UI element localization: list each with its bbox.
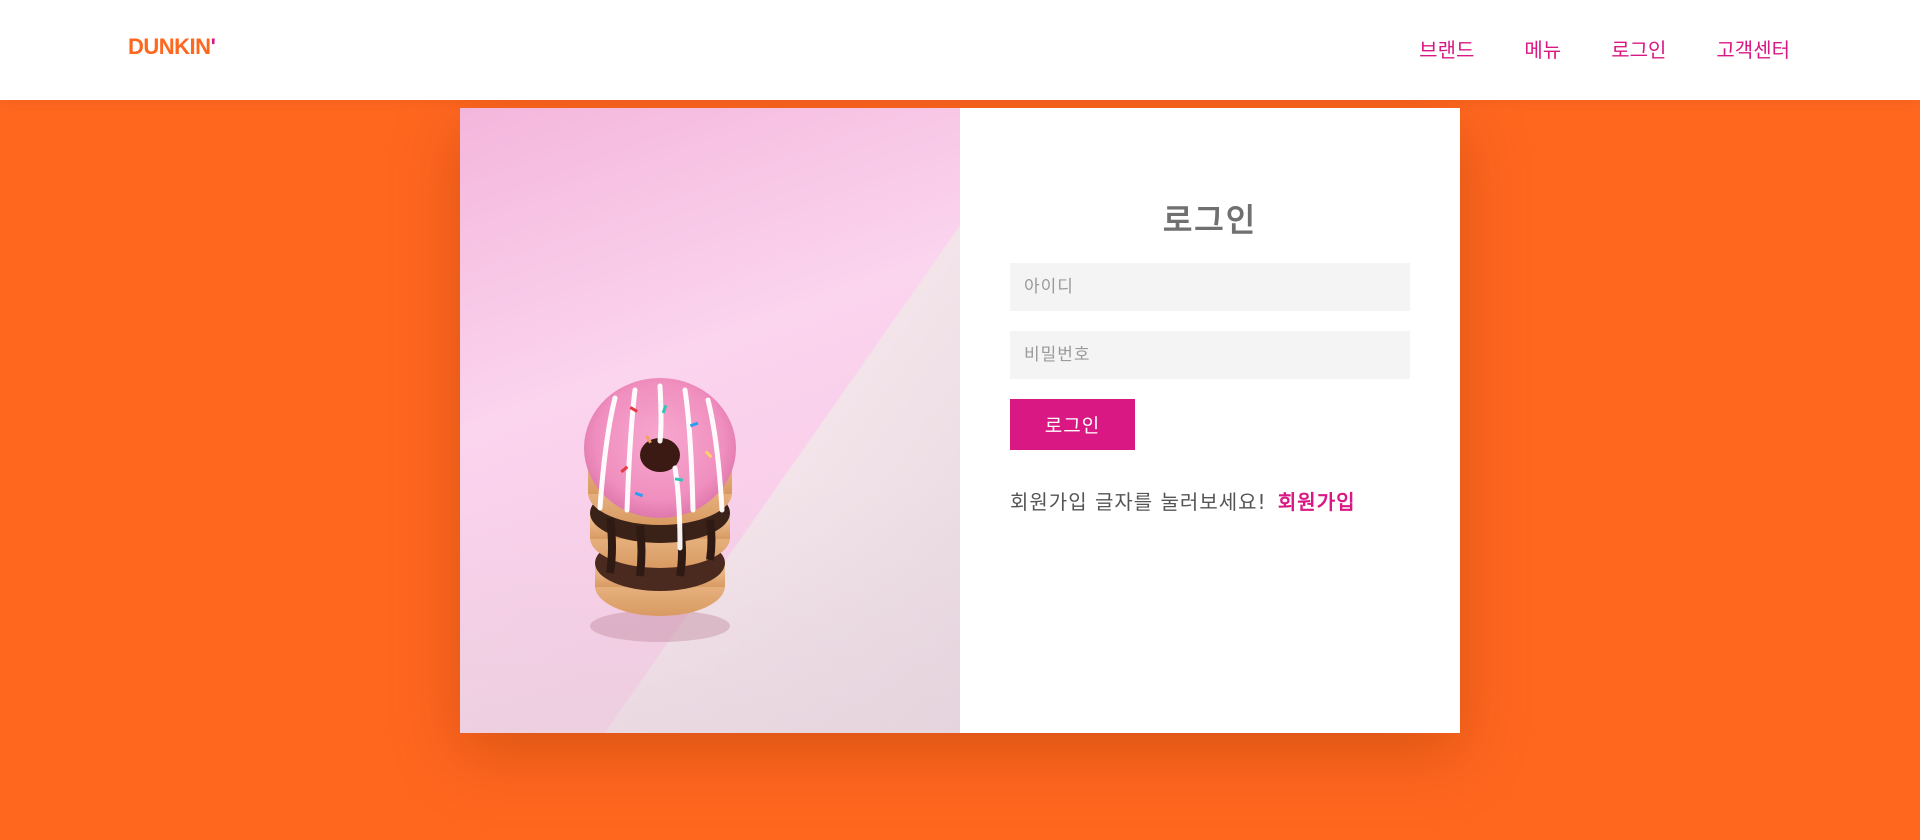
nav-item-brand[interactable]: 브랜드 — [1419, 36, 1474, 64]
nav-item-customer-center[interactable]: 고객센터 — [1716, 36, 1790, 64]
logo-apostrophe: ' — [210, 34, 216, 59]
nav-item-login[interactable]: 로그인 — [1611, 36, 1666, 64]
login-panel: 로그인 로그인 회원가입 글자를 눌러보세요! 회원가입 — [960, 108, 1460, 733]
login-card: 로그인 로그인 회원가입 글자를 눌러보세요! 회원가입 — [460, 108, 1460, 733]
password-input[interactable] — [1010, 331, 1410, 379]
nav-item-menu[interactable]: 메뉴 — [1524, 36, 1561, 64]
donut-stack-image — [584, 378, 736, 642]
dunkin-logo[interactable]: DUNKIN' — [128, 34, 216, 60]
login-button[interactable]: 로그인 — [1010, 399, 1135, 450]
site-header: DUNKIN' 브랜드 메뉴 로그인 고객센터 — [0, 0, 1920, 100]
signup-prompt-text: 회원가입 글자를 눌러보세요! — [1010, 490, 1267, 514]
signup-link[interactable]: 회원가입 — [1278, 490, 1356, 514]
signup-prompt: 회원가입 글자를 눌러보세요! 회원가입 — [1010, 488, 1356, 516]
id-input[interactable] — [1010, 263, 1410, 311]
logo-text: DUNKIN — [128, 34, 211, 59]
main-nav: 브랜드 메뉴 로그인 고객센터 — [1419, 36, 1790, 64]
page-title: 로그인 — [1162, 201, 1258, 239]
donut-photo — [460, 108, 960, 733]
